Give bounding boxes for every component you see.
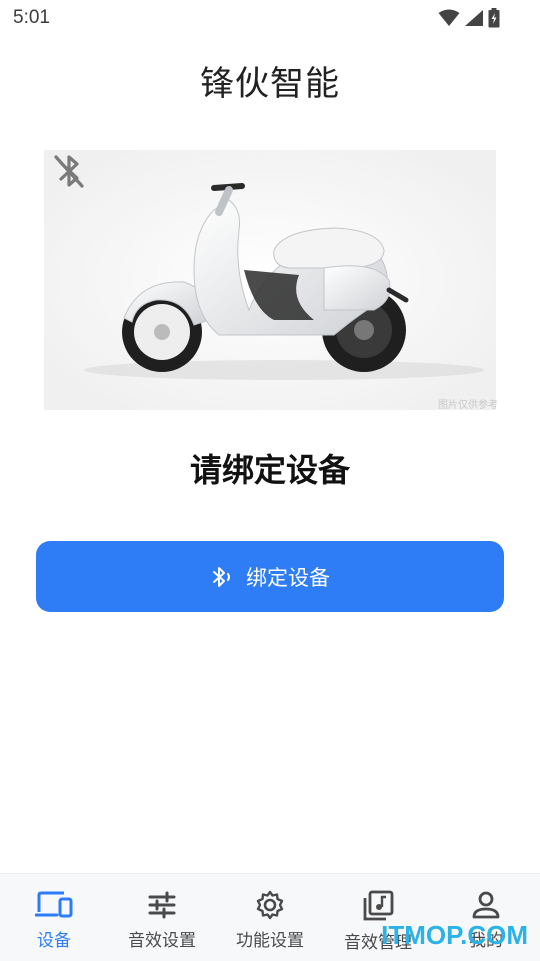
- music-library-icon: [363, 890, 394, 921]
- bind-device-button[interactable]: 绑定设备: [36, 541, 504, 612]
- nav-label-function-settings: 功能设置: [236, 931, 304, 951]
- bluetooth-scan-icon: [213, 566, 230, 587]
- status-time: 5:01: [13, 7, 50, 28]
- bind-button-label: 绑定设备: [246, 565, 330, 590]
- image-caption: 图片仅供参考: [438, 400, 498, 411]
- page-title: 锋伙智能: [200, 64, 340, 104]
- nav-item-function-settings[interactable]: 功能设置: [216, 874, 324, 961]
- watermark: ITMOP.COM: [381, 920, 528, 950]
- status-bar: 5:01: [0, 0, 540, 36]
- wifi-icon: [438, 9, 460, 26]
- person-icon: [472, 891, 500, 919]
- sliders-icon: [148, 891, 176, 919]
- cellular-signal-icon: [465, 10, 483, 26]
- bluetooth-disabled-icon: [54, 155, 84, 188]
- battery-charging-icon: [488, 8, 500, 28]
- nav-label-sound-settings: 音效设置: [128, 931, 196, 951]
- bind-prompt: 请绑定设备: [189, 451, 350, 489]
- scooter-image: [44, 150, 496, 410]
- gear-icon: [256, 890, 284, 920]
- nav-item-sound-settings[interactable]: 音效设置: [108, 874, 216, 961]
- devices-icon: [35, 891, 73, 918]
- nav-label-devices: 设备: [37, 931, 71, 951]
- nav-item-devices[interactable]: 设备: [0, 874, 108, 961]
- status-icons: [438, 8, 500, 28]
